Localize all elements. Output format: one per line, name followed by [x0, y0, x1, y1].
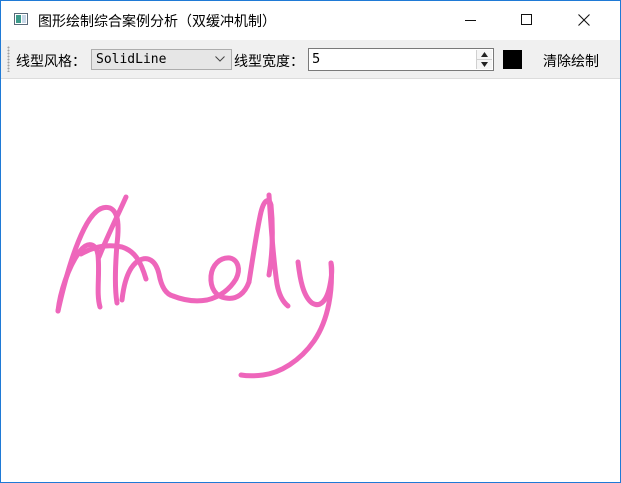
ink-stroke: [238, 260, 334, 379]
drawing-canvas[interactable]: [1, 79, 620, 482]
arrow-down-icon: [481, 62, 488, 67]
ink-stroke: [266, 192, 291, 309]
pen-color-button[interactable]: [503, 50, 522, 69]
window-title: 图形绘制综合案例分析（双缓冲机制）: [38, 14, 276, 30]
line-width-spinbox[interactable]: 5: [308, 48, 494, 71]
close-icon: [578, 14, 590, 26]
ink-stroke: [55, 204, 121, 314]
canvas-drawing: [55, 192, 335, 379]
toolbar-grip-handle[interactable]: [7, 46, 10, 72]
line-width-label: 线型宽度：: [234, 54, 304, 70]
chevron-down-icon: [215, 56, 225, 62]
maximize-button[interactable]: [501, 1, 553, 40]
line-style-combobox[interactable]: SolidLine: [91, 49, 232, 70]
app-window-icon: [14, 13, 28, 25]
spin-buttons: [476, 50, 492, 69]
line-style-value: SolidLine: [96, 52, 167, 67]
title-bar[interactable]: 图形绘制综合案例分析（双缓冲机制）: [1, 1, 620, 40]
maximize-icon: [521, 14, 532, 25]
close-button[interactable]: [558, 1, 610, 40]
line-style-label: 线型风格：: [16, 54, 86, 70]
clear-drawing-button[interactable]: 清除绘制: [534, 47, 610, 71]
line-width-value[interactable]: 5: [312, 52, 320, 67]
spin-down-button[interactable]: [477, 60, 492, 69]
spin-up-button[interactable]: [477, 50, 492, 60]
ink-stroke: [170, 255, 252, 304]
ink-stroke: [295, 259, 335, 308]
app-window: 图形绘制综合案例分析（双缓冲机制） 线型风格： SolidLine 线型宽度： …: [0, 0, 621, 483]
toolbar: 线型风格： SolidLine 线型宽度： 5 清除绘制: [1, 40, 620, 79]
clear-drawing-label: 清除绘制: [543, 54, 599, 70]
minimize-button[interactable]: [444, 1, 496, 40]
arrow-up-icon: [481, 52, 488, 57]
minimize-icon: [465, 20, 476, 21]
